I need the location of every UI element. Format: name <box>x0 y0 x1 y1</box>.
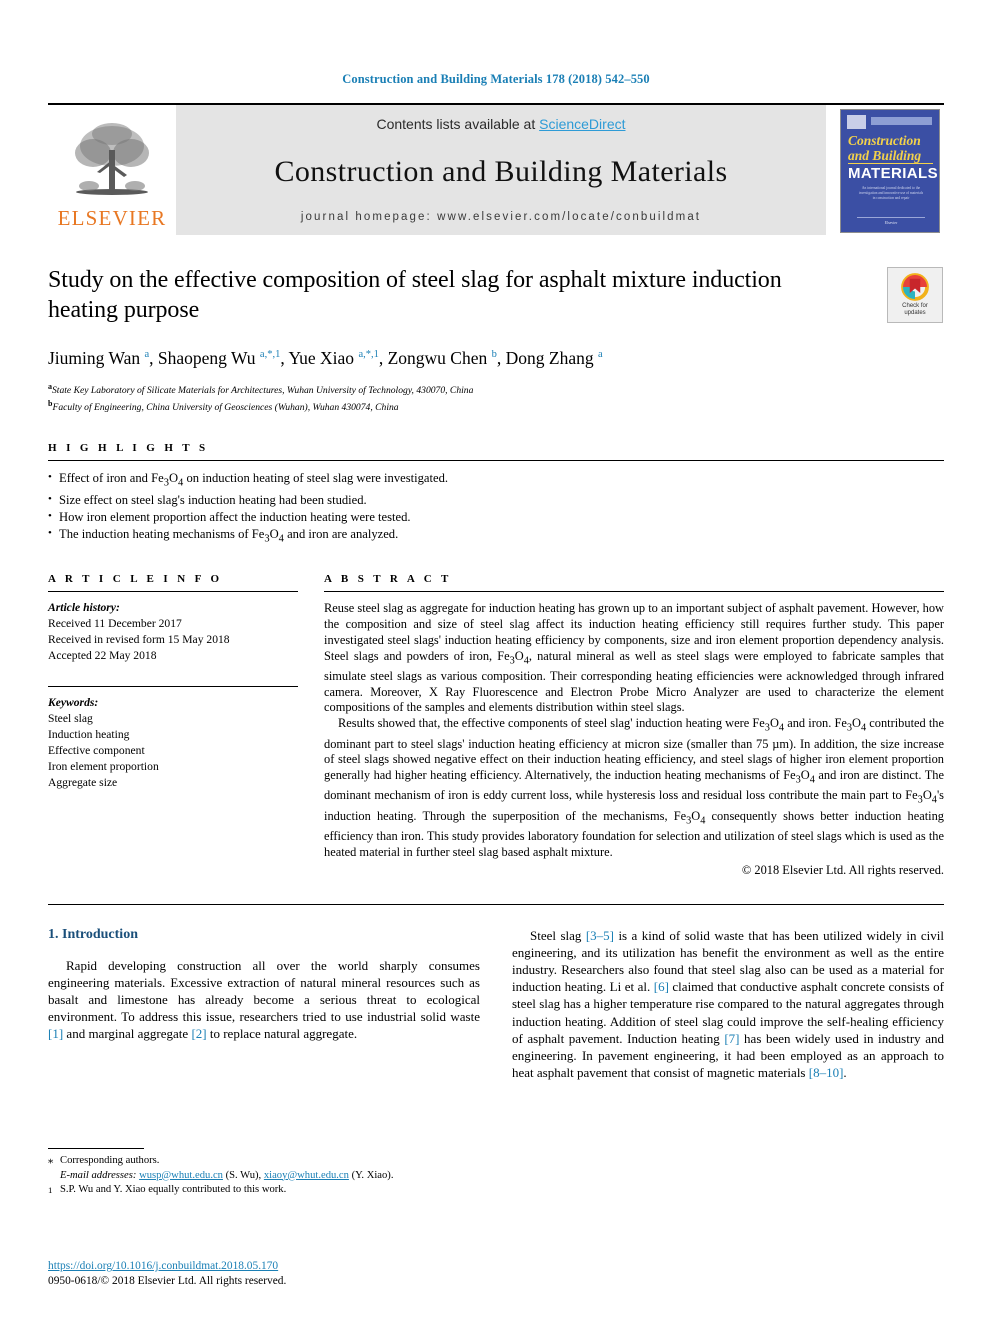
article-history-item: Received in revised form 15 May 2018 <box>48 633 230 647</box>
article-info-section: A R T I C L E I N F O Article history: R… <box>48 573 298 877</box>
article-history-label: Article history: <box>48 601 120 615</box>
sciencedirect-link[interactable]: ScienceDirect <box>539 116 625 132</box>
email-owner-xiao: (Y. Xiao). <box>351 1169 394 1181</box>
cover-top-bar <box>871 117 932 125</box>
journal-title: Construction and Building Materials <box>274 154 728 188</box>
article-history-item: Received 11 December 2017 <box>48 617 182 631</box>
article-info-divider <box>48 591 298 593</box>
contents-prefix: Contents lists available at <box>376 116 540 132</box>
footnote-marker-one: 1 <box>48 1185 53 1195</box>
list-item: Size effect on steel slag's induction he… <box>48 491 944 509</box>
doi-link[interactable]: https://doi.org/10.1016/j.conbuildmat.20… <box>48 1260 278 1272</box>
issn-copyright-line: 0950-0618/© 2018 Elsevier Ltd. All right… <box>48 1275 287 1287</box>
footnote-marker-star: ⁎ <box>48 1155 54 1166</box>
list-item: Effect of iron and Fe3O4 on induction he… <box>48 469 944 492</box>
abstract-paragraph: Results showed that, the effective compo… <box>324 716 944 859</box>
info-abstract-row: A R T I C L E I N F O Article history: R… <box>48 573 944 877</box>
contents-list-line: Contents lists available at ScienceDirec… <box>376 116 625 132</box>
email-link-wu[interactable]: wusp@whut.edu.cn <box>139 1170 223 1181</box>
email-addresses-label: E-mail addresses: <box>60 1169 137 1181</box>
affiliation-text: Faculty of Engineering, China University… <box>52 402 399 414</box>
keyword-item: Aggregate size <box>48 776 118 790</box>
journal-homepage-link[interactable]: journal homepage: www.elsevier.com/locat… <box>301 211 701 223</box>
highlights-list: Effect of iron and Fe3O4 on induction he… <box>48 469 944 548</box>
footnote-emails: E-mail addresses: wusp@whut.edu.cn (S. W… <box>48 1169 478 1184</box>
affiliation-list: aState Key Laboratory of Silicate Materi… <box>48 380 944 414</box>
affiliation-item: aState Key Laboratory of Silicate Materi… <box>48 380 944 397</box>
keywords-label: Keywords: <box>48 696 99 710</box>
cover-title-line3: MATERIALS <box>848 165 938 182</box>
cover-title-line1: Construction <box>848 133 921 148</box>
body-column-right: Steel slag [3–5] is a kind of solid wast… <box>512 927 944 1082</box>
email-owner-wu: (S. Wu), <box>225 1169 262 1181</box>
journal-masthead: ELSEVIER Contents lists available at Sci… <box>48 103 944 235</box>
abstract-label: A B S T R A C T <box>324 573 452 586</box>
body-paragraph: Steel slag [3–5] is a kind of solid wast… <box>512 927 944 1081</box>
doi-block: https://doi.org/10.1016/j.conbuildmat.20… <box>48 1256 286 1287</box>
footnote-corresponding: ⁎ Corresponding authors. <box>48 1154 478 1169</box>
body-top-divider <box>48 903 944 905</box>
cover-blurb: An international journal dedicated to th… <box>858 186 924 200</box>
highlights-label: H I G H L I G H T S <box>48 442 209 455</box>
email-link-xiao[interactable]: xiaoy@whut.edu.cn <box>264 1170 349 1181</box>
crossmark-label: Check for updates <box>902 303 928 317</box>
keyword-item: Induction heating <box>48 728 130 742</box>
list-item: The induction heating mechanisms of Fe3O… <box>48 525 944 548</box>
page-title: Study on the effective composition of st… <box>48 267 782 323</box>
journal-band: Contents lists available at ScienceDirec… <box>176 105 826 235</box>
abstract-copyright: © 2018 Elsevier Ltd. All rights reserved… <box>741 862 944 877</box>
running-head: Construction and Building Materials 178 … <box>342 72 650 86</box>
list-item: How iron element proportion affect the i… <box>48 508 944 526</box>
footnote-equal-text: S.P. Wu and Y. Xiao equally contributed … <box>60 1184 287 1195</box>
abstract-divider <box>324 591 944 593</box>
elsevier-wordmark: ELSEVIER <box>57 206 167 230</box>
highlights-section: H I G H L I G H T S Effect of iron and F… <box>48 442 944 547</box>
cover-divider <box>848 163 933 164</box>
author-list: Jiuming Wan a, Shaopeng Wu a,*,1, Yue Xi… <box>48 347 603 368</box>
elsevier-logo: ELSEVIER <box>48 105 176 235</box>
crossmark-icon <box>901 273 929 301</box>
cover-footer: Elsevier <box>857 217 925 225</box>
cover-elsevier-mark <box>847 115 866 129</box>
keyword-item: Effective component <box>48 744 145 758</box>
body-columns: 1. Introduction Rapid developing constru… <box>48 927 944 1082</box>
elsevier-tree-icon <box>75 123 149 195</box>
keyword-item: Steel slag <box>48 712 93 726</box>
section-heading-introduction: 1. Introduction <box>48 926 138 942</box>
cover-title-line2: and Building <box>848 148 922 163</box>
keywords-divider <box>48 686 298 688</box>
crossmark-badge[interactable]: Check for updates <box>887 267 943 323</box>
article-history-item: Accepted 22 May 2018 <box>48 649 157 663</box>
journal-cover-thumbnail[interactable]: Construction and Building MATERIALS An i… <box>840 109 944 233</box>
crossmark-label-line2: updates <box>904 310 926 316</box>
keyword-item: Iron element proportion <box>48 760 159 774</box>
body-paragraph: Rapid developing construction all over t… <box>48 957 480 1042</box>
highlights-divider <box>48 460 944 462</box>
paper-page: Construction and Building Materials 178 … <box>0 0 992 1323</box>
abstract-section: A B S T R A C T Reuse steel slag as aggr… <box>324 573 944 877</box>
article-info-label: A R T I C L E I N F O <box>48 573 223 586</box>
body-column-left: 1. Introduction Rapid developing constru… <box>48 927 480 1082</box>
footnote-equal-contribution: 1 S.P. Wu and Y. Xiao equally contributed… <box>48 1183 478 1198</box>
title-block: Check for updates Study on the effective… <box>48 265 944 414</box>
footnote-divider <box>48 1148 144 1149</box>
affiliation-item: bFaculty of Engineering, China Universit… <box>48 397 944 414</box>
footnote-corresponding-text: Corresponding authors. <box>60 1155 160 1166</box>
footnote-block: ⁎ Corresponding authors. E-mail addresses… <box>48 1148 478 1198</box>
crossmark-label-line1: Check for <box>902 303 928 309</box>
affiliation-text: State Key Laboratory of Silicate Materia… <box>52 385 474 397</box>
abstract-paragraph: Reuse steel slag as aggregate for induct… <box>324 601 944 715</box>
